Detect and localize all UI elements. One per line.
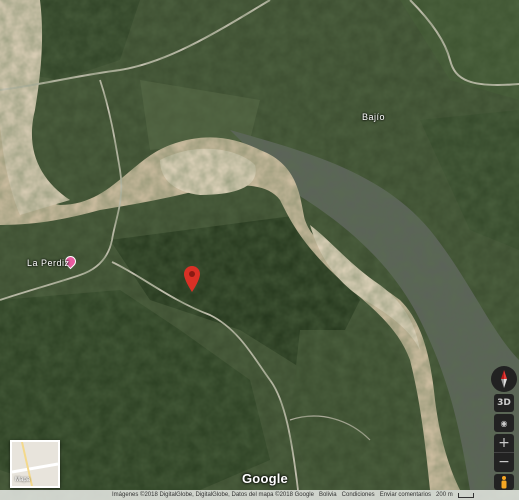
scale-label[interactable]: 200 m: [436, 492, 453, 498]
place-label-la-perdiz[interactable]: La Perdiz: [27, 258, 70, 268]
zoom-out-button[interactable]: −: [494, 452, 514, 471]
google-logo: Google: [242, 471, 288, 486]
country-link[interactable]: Bolivia: [319, 492, 337, 498]
feedback-link[interactable]: Enviar comentarios: [380, 492, 431, 498]
pegman-icon: [501, 475, 507, 488]
compass-button[interactable]: [491, 366, 517, 392]
compass-icon: [501, 370, 507, 388]
tilt-3d-button[interactable]: 3D: [494, 394, 514, 412]
scale-bar: [457, 492, 474, 498]
zoom-control: + −: [494, 434, 514, 472]
map-type-toggle[interactable]: Mapa: [10, 440, 60, 488]
rotate-icon: ◉: [500, 418, 508, 428]
pegman-button[interactable]: [494, 474, 514, 490]
satellite-map[interactable]: [0, 0, 519, 500]
imagery-attribution: Imágenes ©2018 DigitalGlobe, DigitalGlob…: [112, 492, 314, 498]
map-type-label: Mapa: [15, 477, 31, 483]
attribution-bar: Imágenes ©2018 DigitalGlobe, DigitalGlob…: [0, 490, 519, 500]
rotate-button[interactable]: ◉: [494, 414, 514, 432]
place-label-bajio[interactable]: Bajío: [362, 112, 385, 122]
zoom-in-button[interactable]: +: [494, 434, 514, 452]
location-pin-icon[interactable]: [184, 266, 200, 292]
terms-link[interactable]: Condiciones: [342, 492, 375, 498]
